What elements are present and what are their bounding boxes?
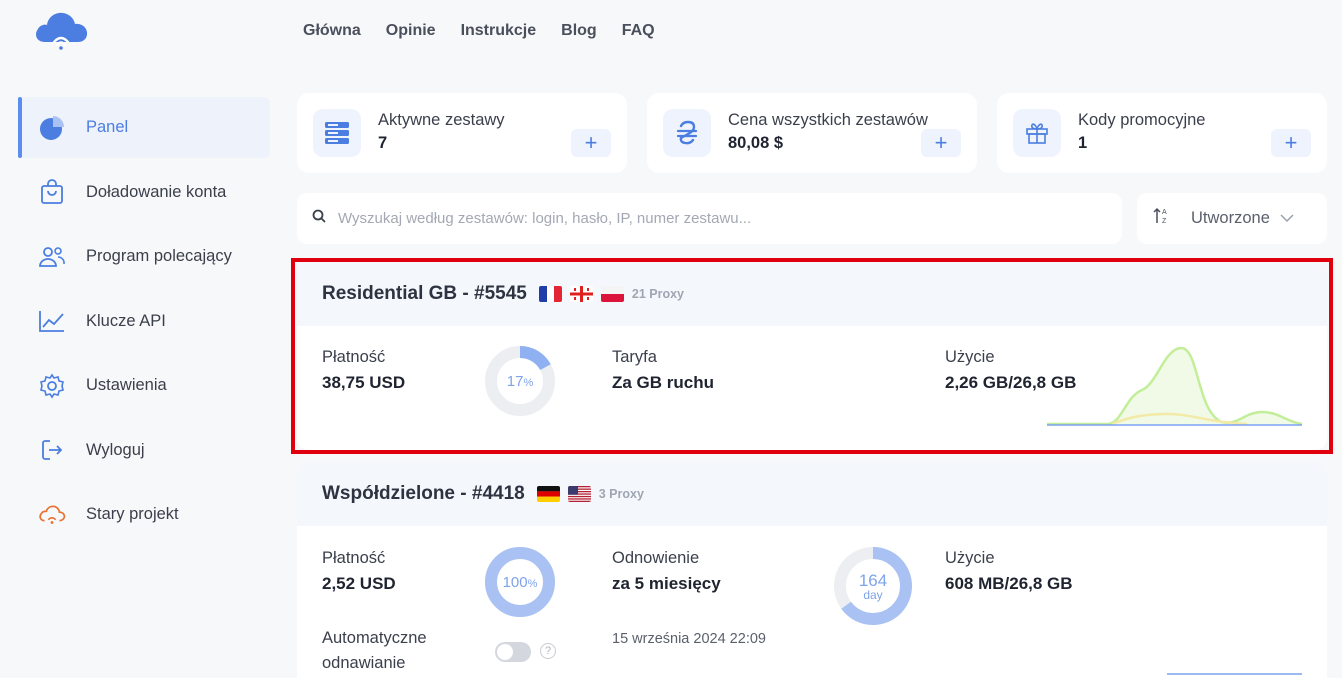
stat-label: Aktywne zestawy [378,111,505,129]
add-promo-button[interactable]: + [1271,129,1311,157]
sidebar-item-label: Panel [86,118,129,136]
renewal-value: za 5 miesięcy [612,574,721,593]
renewal-label: Odnowienie [612,549,700,567]
payment-value: 38,75 USD [322,373,406,392]
sidebar-item-label: Wyloguj [86,440,145,459]
order-title: Współdzielone - #4418 [322,483,525,504]
sort-az-icon: AZ [1153,206,1171,231]
flag-list [536,486,591,502]
nav-link-blog[interactable]: Blog [561,22,597,40]
sidebar-item-label: Doładowanie konta [86,182,227,201]
stat-value: 7 [378,134,388,152]
payment-progress-donut: 100% [484,546,556,618]
percent-unit: % [523,376,534,389]
line-chart-icon [38,307,66,335]
stat-value: 80,08 $ [728,134,784,152]
logout-icon [38,436,66,464]
nav-link-glowna[interactable]: Główna [303,22,361,40]
pie-chart-icon [38,114,66,142]
gear-icon [38,372,66,400]
add-set-button[interactable]: + [571,129,611,157]
order-card-4418[interactable]: Współdzielone - #4418 3 Proxy Płatność 2… [297,462,1327,678]
cloud-wifi-logo-icon [36,12,88,50]
order-header: Współdzielone - #4418 3 Proxy [297,462,1327,526]
flag-fr-icon [538,286,562,302]
top-navigation: Główna Opinie Instrukcje Blog FAQ [303,22,655,40]
nav-link-opinie[interactable]: Opinie [386,22,436,40]
hryvnia-icon [663,109,711,157]
stat-value: 1 [1078,134,1088,152]
days-unit: day [863,587,883,602]
search-box [297,193,1122,244]
brand-logo[interactable] [33,10,89,50]
users-icon [38,243,66,271]
sidebar-item-program[interactable]: Program polecający [18,226,270,287]
usage-label: Użycie [945,549,995,567]
order-header: Residential GB - #5545 21 Proxy [297,262,1327,326]
payment-progress-donut: 17% [484,345,556,417]
created-date: 15 września 2024 22:09 [612,631,766,647]
search-input[interactable] [338,210,1098,227]
gift-icon [1013,109,1061,157]
usage-sparkline-chart [1047,346,1303,426]
percent-number: 100 [502,573,528,591]
usage-label: Użycie [945,348,995,366]
stat-label: Kody promocyjne [1078,111,1206,129]
auto-renew-toggle[interactable] [495,642,531,662]
days-number: 164 [858,570,888,590]
sidebar-item-label: Klucze API [86,311,166,330]
flag-ge-icon [569,286,593,302]
proxy-count: 3 Proxy [598,487,644,501]
percent-unit: % [527,577,538,590]
svg-text:Z: Z [1162,218,1167,225]
flag-pl-icon [600,286,624,302]
order-title: Residential GB - #5545 [322,283,527,304]
sidebar: Panel Doładowanie konta Program polecają… [18,97,270,549]
sidebar-item-label: Program polecający [86,247,232,265]
tariff-label: Taryfa [612,348,657,366]
sidebar-item-label: Ustawienia [86,376,167,394]
add-funds-button[interactable]: + [921,129,961,157]
proxy-count: 21 Proxy [631,287,684,301]
cloud-icon [38,501,66,529]
payment-value: 2,52 USD [322,574,396,593]
stat-card-total-price: Cena wszystkich zestawów 80,08 $ + [647,93,977,173]
usage-value: 608 MB/26,8 GB [945,574,1073,593]
nav-link-faq[interactable]: FAQ [622,22,655,40]
payment-label: Płatność [322,348,386,366]
server-icon [313,109,361,157]
search-icon [312,209,326,228]
days-left-donut: 164 day [833,546,913,626]
stat-label: Cena wszystkich zestawów [728,111,928,129]
sidebar-item-panel[interactable]: Panel [18,97,270,158]
usage-sparkline-chart [1167,673,1302,675]
flag-list [538,286,624,302]
auto-renew-label-line2: odnawianie [322,654,406,672]
stat-card-active-sets: Aktywne zestawy 7 + [297,93,627,173]
stat-card-promo-codes: Kody promocyjne 1 + [997,93,1327,173]
sort-dropdown[interactable]: AZ Utworzone [1137,193,1327,244]
auto-renew-label-line1: Automatyczne [322,629,427,647]
chevron-down-icon [1280,210,1294,228]
flag-us-icon [567,486,591,502]
nav-link-instrukcje[interactable]: Instrukcje [461,22,537,40]
sidebar-item-klucze-api[interactable]: Klucze API [18,291,270,352]
sort-label: Utworzone [1191,209,1270,227]
order-card-5545[interactable]: Residential GB - #5545 21 Proxy Płatność… [297,262,1327,450]
svg-text:A: A [1162,209,1167,216]
payment-label: Płatność [322,549,386,567]
sidebar-item-stary-projekt[interactable]: Stary projekt [18,484,270,545]
sidebar-item-doladowanie[interactable]: Doładowanie konta [18,162,270,223]
flag-de-icon [536,486,560,502]
help-icon[interactable]: ? [540,643,556,659]
percent-number: 17 [506,372,524,390]
sidebar-item-wyloguj[interactable]: Wyloguj [18,420,270,481]
tariff-value: Za GB ruchu [612,373,715,392]
sidebar-item-label: Stary projekt [86,505,179,523]
sidebar-item-ustawienia[interactable]: Ustawienia [18,355,270,416]
shopping-bag-icon [38,178,66,206]
